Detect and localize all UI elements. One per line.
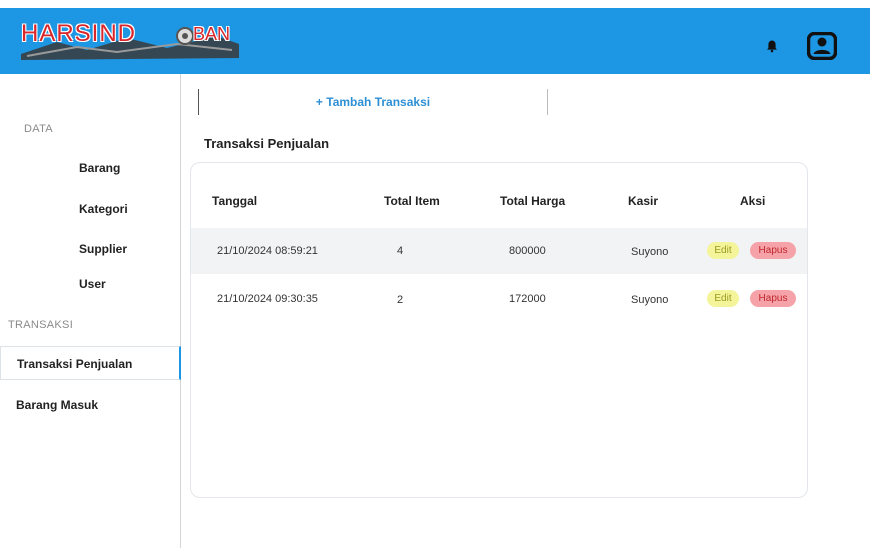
transaction-table-card	[190, 162, 808, 498]
user-icon[interactable]	[807, 32, 837, 60]
cell-tanggal: 21/10/2024 08:59:21	[217, 245, 318, 257]
cell-total-harga: 800000	[509, 245, 546, 257]
column-header-total-item: Total Item	[384, 194, 440, 208]
cell-tanggal: 21/10/2024 09:30:35	[217, 293, 318, 305]
column-header-tanggal: Tanggal	[212, 194, 258, 208]
edit-button[interactable]: Edit	[707, 290, 739, 307]
logo-main-text: HARSIND	[21, 20, 137, 47]
add-transaction-button[interactable]: + Tambah Transaksi	[198, 89, 548, 115]
bell-icon[interactable]	[765, 39, 779, 53]
delete-button[interactable]: Hapus	[750, 290, 796, 307]
sidebar-section-data: DATA	[24, 123, 53, 135]
sidebar-item-kategori[interactable]: Kategori	[79, 202, 128, 216]
cell-total-item: 2	[397, 294, 404, 306]
table-row: 21/10/2024 08:59:21 4 800000 Suyono Edit…	[191, 228, 807, 274]
sidebar-item-supplier[interactable]: Supplier	[79, 242, 127, 256]
sidebar: DATA Barang Kategori Supplier User TRANS…	[0, 74, 181, 548]
top-bar: HARSIND BAN	[0, 8, 870, 74]
cell-kasir: Suyono	[631, 246, 669, 258]
table-row: 21/10/2024 09:30:35 2 172000 Suyono Edit…	[191, 276, 807, 322]
column-header-total-harga: Total Harga	[500, 194, 566, 208]
sidebar-section-transaksi: TRANSAKSI	[8, 319, 74, 331]
cell-kasir: Suyono	[631, 294, 669, 306]
edit-button[interactable]: Edit	[707, 242, 739, 259]
column-header-aksi: Aksi	[740, 194, 766, 208]
sidebar-item-barang[interactable]: Barang	[79, 161, 120, 175]
cell-total-item: 4	[397, 245, 404, 257]
logo-sub-text: BAN	[193, 24, 231, 44]
sidebar-item-user[interactable]: User	[79, 277, 106, 291]
brand-logo[interactable]: HARSIND BAN	[17, 14, 243, 64]
delete-button[interactable]: Hapus	[750, 242, 796, 259]
sidebar-item-transaksi-penjualan[interactable]: Transaksi Penjualan	[0, 346, 181, 380]
sidebar-item-label: Transaksi Penjualan	[17, 357, 133, 371]
section-title: Transaksi Penjualan	[204, 136, 330, 151]
column-header-kasir: Kasir	[628, 194, 659, 208]
sidebar-item-barang-masuk[interactable]: Barang Masuk	[16, 398, 98, 412]
cell-total-harga: 172000	[509, 293, 546, 305]
